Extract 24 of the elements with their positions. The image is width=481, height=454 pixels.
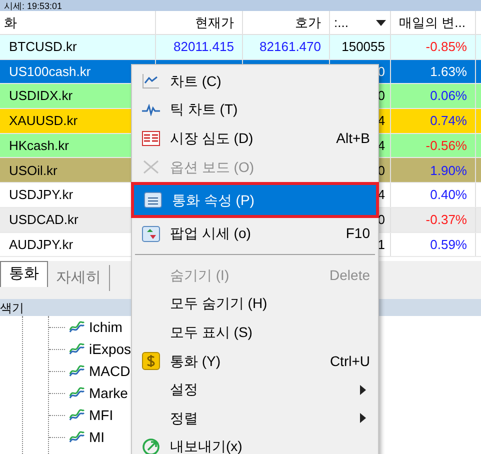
symbol-text: US100cash.kr bbox=[9, 62, 91, 81]
price-text: 150055 bbox=[342, 38, 385, 56]
change-text: 1.63% bbox=[430, 62, 467, 81]
symbol-text: AUDJPY.kr bbox=[9, 236, 74, 254]
change-text: 0.40% bbox=[430, 186, 467, 204]
navigator-title: 색기 bbox=[0, 300, 24, 317]
title-text: 시세: 19:53:01 bbox=[4, 0, 62, 10]
change-text: 0.74% bbox=[430, 112, 467, 130]
change-text: 1.90% bbox=[430, 162, 467, 180]
symbol-text: USDJPY.kr bbox=[9, 186, 74, 204]
change-text: 0.59% bbox=[430, 236, 467, 254]
change-text: -0.85% bbox=[426, 38, 467, 56]
price-text: 1 bbox=[378, 236, 385, 254]
price-text: 82161.470 bbox=[260, 38, 321, 56]
change-text: -0.37% bbox=[426, 210, 467, 229]
symbol-text: USDCAD.kr bbox=[9, 210, 78, 229]
symbol-text: HKcash.kr bbox=[9, 136, 69, 155]
change-text: -0.56% bbox=[426, 136, 467, 155]
symbol-text: USDIDX.kr bbox=[9, 87, 73, 106]
symbol-text: BTCUSD.kr bbox=[9, 38, 77, 56]
price-text: 82011.415 bbox=[174, 38, 234, 56]
change-text: 0.06% bbox=[430, 87, 467, 106]
symbol-text: XAUUSD.kr bbox=[9, 112, 78, 130]
symbol-text: USOil.kr bbox=[9, 162, 58, 180]
